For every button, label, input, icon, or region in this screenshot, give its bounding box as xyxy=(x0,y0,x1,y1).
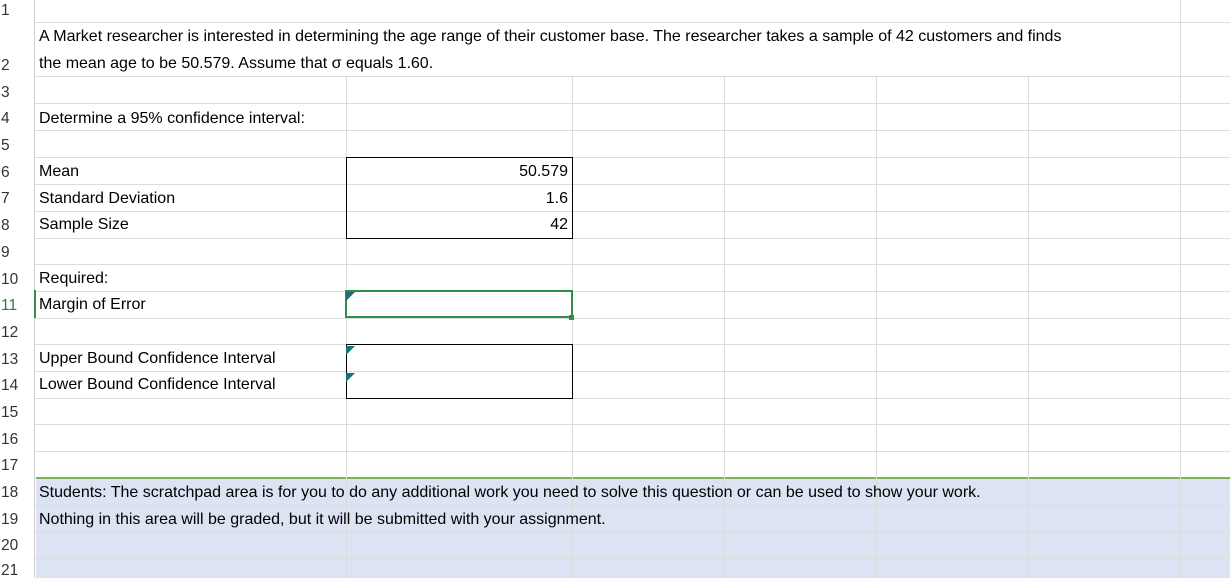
gridline xyxy=(0,103,1230,104)
instruction-text[interactable]: Determine a 95% confidence interval: xyxy=(39,110,305,128)
gridline xyxy=(0,238,1230,239)
row-number[interactable]: 7 xyxy=(0,190,23,208)
gridline xyxy=(0,398,1230,399)
gridline xyxy=(0,184,1230,185)
scratchpad-note-line2[interactable]: Nothing in this area will be graded, but… xyxy=(39,511,606,529)
row-number[interactable]: 15 xyxy=(0,404,23,422)
std-dev-label[interactable]: Standard Deviation xyxy=(39,190,175,208)
row-number[interactable]: 14 xyxy=(0,377,23,395)
row-number[interactable]: 6 xyxy=(0,164,23,182)
gridline xyxy=(0,344,1230,345)
row-number[interactable]: 21 xyxy=(0,562,23,580)
comment-indicator-icon[interactable] xyxy=(346,346,355,355)
gridline xyxy=(0,264,1230,265)
lower-bound-label[interactable]: Lower Bound Confidence Interval xyxy=(39,376,276,394)
row-number[interactable]: 4 xyxy=(0,110,23,128)
gridline xyxy=(0,505,1230,506)
comment-indicator-icon[interactable] xyxy=(346,292,355,301)
row-number[interactable]: 2 xyxy=(0,57,23,75)
mean-value[interactable]: 50.579 xyxy=(346,163,568,181)
gridline xyxy=(0,130,1230,131)
column-gridline xyxy=(572,76,573,578)
row-number[interactable]: 10 xyxy=(0,271,23,289)
spreadsheet-grid[interactable]: 1 2 3 4 5 6 7 8 9 10 11 12 13 14 15 16 1… xyxy=(0,0,1230,580)
question-text-line2[interactable]: the mean age to be 50.579. Assume that σ… xyxy=(39,55,433,73)
row-number[interactable]: 9 xyxy=(0,244,23,262)
gridline xyxy=(0,211,1230,212)
row-number[interactable]: 12 xyxy=(0,324,23,342)
confidence-interval-box xyxy=(346,344,573,399)
row-number-active[interactable]: 11 xyxy=(0,297,23,315)
row-number[interactable]: 18 xyxy=(0,484,23,502)
sample-size-value[interactable]: 42 xyxy=(346,216,568,234)
row-number[interactable]: 16 xyxy=(0,431,23,449)
row-number[interactable]: 17 xyxy=(0,457,23,475)
row-number[interactable]: 13 xyxy=(0,351,23,369)
sample-size-label[interactable]: Sample Size xyxy=(39,216,129,234)
margin-of-error-label[interactable]: Margin of Error xyxy=(39,296,146,314)
gridline xyxy=(0,291,1230,292)
column-gridline xyxy=(876,76,877,578)
active-row-indicator xyxy=(34,290,36,318)
column-gridline xyxy=(346,76,347,578)
row-number[interactable]: 5 xyxy=(0,137,23,155)
gridline xyxy=(0,157,1230,158)
std-dev-value[interactable]: 1.6 xyxy=(346,190,568,208)
fill-handle[interactable] xyxy=(569,315,574,320)
gridline xyxy=(0,76,1230,77)
scratchpad-top-border xyxy=(36,477,1230,479)
comment-indicator-icon[interactable] xyxy=(346,373,355,382)
column-gridline xyxy=(1028,76,1029,578)
upper-bound-label[interactable]: Upper Bound Confidence Interval xyxy=(39,350,276,368)
question-text-line1[interactable]: A Market researcher is interested in det… xyxy=(39,28,1061,46)
gridline xyxy=(0,558,1230,559)
column-gridline xyxy=(724,76,725,578)
gridline xyxy=(0,451,1230,452)
gridline xyxy=(0,318,1230,319)
row-number[interactable]: 1 xyxy=(0,2,23,20)
column-gridline xyxy=(1180,0,1181,578)
required-label[interactable]: Required: xyxy=(39,270,108,288)
row-number[interactable]: 8 xyxy=(0,217,23,235)
row-number[interactable]: 3 xyxy=(0,84,23,102)
margin-of-error-input-cell[interactable] xyxy=(345,290,573,318)
gridline xyxy=(0,22,1230,23)
gridline xyxy=(0,424,1230,425)
gridline xyxy=(0,371,1230,372)
row-number[interactable]: 20 xyxy=(0,537,23,555)
gridline xyxy=(0,532,1230,533)
row-number[interactable]: 19 xyxy=(0,511,23,529)
mean-label[interactable]: Mean xyxy=(39,163,79,181)
scratchpad-note-line1[interactable]: Students: The scratchpad area is for you… xyxy=(39,484,981,502)
